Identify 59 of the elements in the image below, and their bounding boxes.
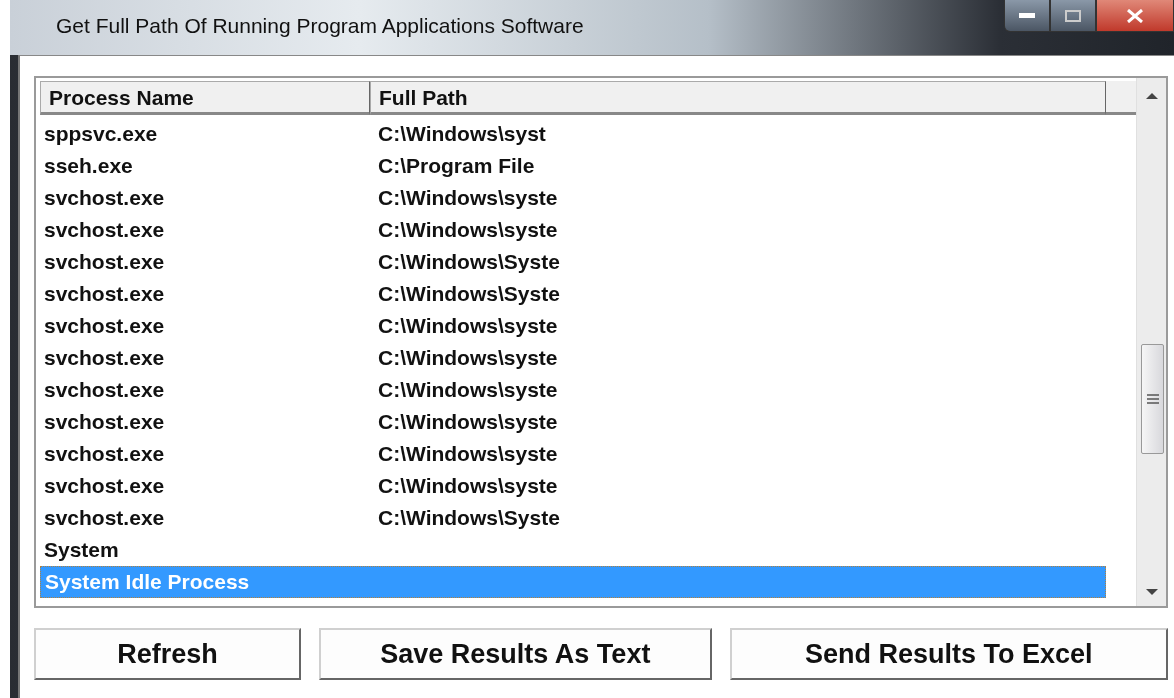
table-row[interactable]: System	[40, 534, 1106, 566]
scroll-up-icon	[1144, 92, 1159, 100]
grip-icon	[1146, 394, 1159, 404]
table-cell: C:\Windows\syste	[378, 314, 558, 338]
minimize-button[interactable]	[1004, 0, 1050, 32]
minimize-icon	[1019, 12, 1035, 19]
table-cell: C:\Windows\Syste	[378, 282, 560, 306]
table-cell: C:\Windows\syste	[378, 346, 558, 370]
table-cell: C:\Windows\Syste	[378, 250, 560, 274]
column-header[interactable]: Full Path	[370, 81, 1106, 115]
table-cell-text: svchost.exe	[43, 282, 166, 306]
scrollbar-thumb[interactable]	[1141, 344, 1164, 454]
table-row[interactable]: svchost.exe C:\Windows\syste	[40, 214, 1106, 246]
table-row[interactable]: svchost.exe C:\Windows\syste	[40, 406, 1106, 438]
window-title: Get Full Path Of Running Program Applications Software	[56, 14, 584, 38]
table-cell-text: System	[43, 538, 120, 562]
table-cell-text: sseh.exe	[43, 154, 134, 178]
maximize-button[interactable]	[1050, 0, 1096, 32]
table-cell: C:\Windows\syst	[378, 122, 546, 146]
table-row[interactable]: sseh.exe C:\Program File	[40, 150, 1106, 182]
table-cell-text: sppsvc.exe	[43, 122, 159, 146]
table-row[interactable]: svchost.exe C:\Windows\Syste	[40, 278, 1106, 310]
table-cell: C:\Windows\syste	[378, 474, 558, 498]
table-cell: C:\Windows\syste	[378, 442, 558, 466]
table-cell: C:\Windows\syste	[378, 410, 558, 434]
column-header[interactable]: Process Name	[40, 81, 370, 115]
table-cell: C:\Windows\syste	[378, 186, 558, 210]
table-cell-text: System Idle Process	[44, 570, 251, 594]
table-cell: C:\Windows\Syste	[378, 506, 560, 530]
action-button[interactable]: Send Results To Excel	[729, 628, 1168, 680]
table-row[interactable]: sppsvc.exe C:\Windows\syst	[40, 118, 1106, 150]
table-cell-text: svchost.exe	[43, 250, 166, 274]
table-cell-text: svchost.exe	[43, 314, 166, 338]
table-cell-text: svchost.exe	[43, 346, 166, 370]
table-row[interactable]: svchost.exe C:\Windows\syste	[40, 470, 1106, 502]
action-button[interactable]: Save Results As Text	[319, 628, 712, 680]
table-cell: C:\Windows\syste	[378, 378, 558, 402]
table-row[interactable]: svchost.exe C:\Windows\syste	[40, 342, 1106, 374]
maximize-icon	[1065, 9, 1081, 22]
scroll-down-icon	[1144, 588, 1159, 596]
table-cell: C:\Windows\syste	[378, 218, 558, 242]
table-row[interactable]: svchost.exe C:\Windows\syste	[40, 310, 1106, 342]
table-cell-text: svchost.exe	[43, 442, 166, 466]
table-cell-text: svchost.exe	[43, 378, 166, 402]
table-row[interactable]: svchost.exe C:\Windows\syste	[40, 438, 1106, 470]
table-cell: C:\Program File	[378, 154, 535, 178]
table-row[interactable]: svchost.exe C:\Windows\Syste	[40, 246, 1106, 278]
close-icon	[1126, 8, 1144, 23]
table-cell-text: svchost.exe	[43, 218, 166, 242]
table-row[interactable]: svchost.exe C:\Windows\syste	[40, 374, 1106, 406]
close-button[interactable]	[1096, 0, 1174, 32]
table-cell-text: svchost.exe	[43, 474, 166, 498]
table-row[interactable]: svchost.exe C:\Windows\Syste	[40, 502, 1106, 534]
table-row[interactable]: svchost.exe C:\Windows\syste	[40, 182, 1106, 214]
table-cell-text: svchost.exe	[43, 506, 166, 530]
table-cell-text: svchost.exe	[43, 186, 166, 210]
action-button[interactable]: Refresh	[34, 628, 302, 680]
table-cell-text: svchost.exe	[43, 410, 166, 434]
vertical-scrollbar[interactable]	[1136, 78, 1166, 606]
